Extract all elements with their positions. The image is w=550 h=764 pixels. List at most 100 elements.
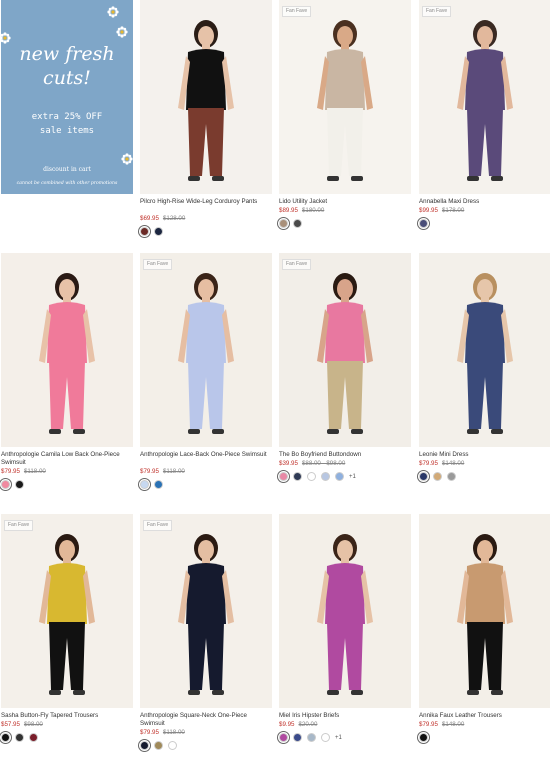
sale-price: $79.95 [419,460,438,467]
product-name[interactable]: Annabella Maxi Dress [419,198,549,206]
color-swatch[interactable] [15,733,24,742]
sale-price: $39.95 [279,460,298,467]
product-name[interactable]: Annika Faux Leather Trousers [419,712,549,720]
color-swatches [1,732,38,743]
color-swatch[interactable] [321,733,330,742]
sale-price: $79.95 [140,729,159,736]
product-image[interactable]: Fan Fave [1,514,133,708]
color-swatch[interactable] [154,741,163,750]
product-image[interactable]: Fan Fave [140,253,272,447]
color-swatch[interactable] [293,219,302,228]
daisy-icon [107,6,119,18]
product-card[interactable]: Fan Fave Annabella Maxi Dress $99.95 $178.0… [419,0,550,250]
product-card[interactable]: Annika Faux Leather Trousers $79.95 $148.0… [419,514,550,764]
product-card[interactable]: Pilcro High-Rise Wide-Leg Corduroy Pants… [140,0,272,250]
product-image[interactable] [279,514,411,708]
promo-offer-line1: extra 25% OFF [31,112,103,122]
product-name[interactable]: Sasha Button-Fly Tapered Trousers [1,712,131,720]
color-swatch[interactable] [433,472,442,481]
promo-title: new fresh cuts! [19,43,115,89]
color-swatch[interactable] [321,472,330,481]
product-image[interactable]: Fan Fave [140,514,272,708]
product-price: $79.95 $148.00 [419,721,464,729]
product-name[interactable]: The Bo Boyfriend Buttondown [279,451,409,459]
color-swatch[interactable] [140,227,149,236]
color-swatch[interactable] [419,733,428,742]
more-colors-link[interactable]: +1 [349,474,356,480]
color-swatch[interactable] [154,480,163,489]
color-swatch[interactable] [293,733,302,742]
product-name[interactable]: Anthropologie Square-Neck One-Piece Swim… [140,712,270,728]
sale-price: $79.95 [140,468,159,475]
product-price: $79.95 $118.00 [1,468,46,476]
product-card[interactable]: Anthropologie Camila Low Back One-Piece … [1,253,133,503]
product-card[interactable]: Fan Fave Sasha Button-Fly Tapered Trouser… [1,514,133,764]
color-swatch[interactable] [335,472,344,481]
product-card[interactable]: Miel Iris Hipster Briefs $9.95 $20.00 +1 [279,514,411,764]
product-name[interactable]: Lido Utility Jacket [279,198,409,206]
product-card[interactable]: Fan Fave Anthropologie Square-Neck One-Pi… [140,514,272,764]
product-image[interactable] [140,0,272,194]
color-swatches [1,479,24,490]
color-swatch[interactable] [29,733,38,742]
promo-banner[interactable]: new fresh cuts! extra 25% OFF sale items… [1,0,133,194]
product-card[interactable]: Fan Fave Anthropologie Lace-Back One-Piec… [140,253,272,503]
color-swatch[interactable] [1,733,10,742]
product-name[interactable]: Pilcro High-Rise Wide-Leg Corduroy Pants [140,198,270,206]
product-name[interactable]: Anthropologie Camila Low Back One-Piece … [1,451,131,467]
color-swatch[interactable] [154,227,163,236]
model-photo [39,273,95,434]
product-image[interactable]: Fan Fave [279,0,411,194]
product-price: $79.95 $118.00 [140,468,185,476]
daisy-icon [116,26,128,38]
color-swatches: +1 [279,732,342,743]
color-swatch[interactable] [447,472,456,481]
color-swatch[interactable] [307,733,316,742]
model-photo [317,20,373,181]
color-swatch[interactable] [1,480,10,489]
color-swatch[interactable] [279,219,288,228]
color-swatches [140,226,163,237]
sale-price: $69.95 [140,215,159,222]
color-swatch[interactable] [140,480,149,489]
color-swatch[interactable] [293,472,302,481]
product-name[interactable]: Miel Iris Hipster Briefs [279,712,409,720]
model-photo [178,273,234,434]
color-swatch[interactable] [307,472,316,481]
model-photo [317,273,373,434]
product-image[interactable] [1,253,133,447]
product-card[interactable]: Fan Fave The Bo Boyfriend Buttondown $39.9… [279,253,411,503]
original-price: $118.00 [162,729,185,736]
color-swatch[interactable] [419,219,428,228]
promo-note: discount in cart [43,166,91,173]
more-colors-link[interactable]: +1 [335,735,342,741]
original-price: $148.00 [441,721,465,728]
color-swatch[interactable] [168,741,177,750]
model-photo [457,534,513,695]
product-card[interactable]: Fan Fave Lido Utility Jacket $89.95 $180.00 [279,0,411,250]
sale-price: $79.95 [1,468,20,475]
promo-fine-print: cannot be combined with other promotions [16,181,118,186]
color-swatch[interactable] [15,480,24,489]
product-image[interactable] [419,253,550,447]
product-price: $9.95 $20.00 [279,721,317,729]
product-card[interactable]: Leonie Mini Dress $79.95 $148.00 [419,253,550,503]
product-image[interactable]: Fan Fave [279,253,411,447]
product-price: $89.95 $180.00 [279,207,324,215]
color-swatch[interactable] [140,741,149,750]
color-swatch[interactable] [279,733,288,742]
original-price: $180.00 [301,207,325,214]
product-name[interactable]: Anthropologie Lace-Back One-Piece Swimsu… [140,451,270,459]
sale-price: $89.95 [279,207,298,214]
original-price: $98.00 [23,721,43,728]
model-photo [457,20,513,181]
product-image[interactable]: Fan Fave [419,0,550,194]
product-image[interactable] [419,514,550,708]
color-swatch[interactable] [419,472,428,481]
fan-fave-badge: Fan Fave [143,520,173,531]
product-price: $79.95 $148.00 [419,460,464,468]
color-swatches [419,471,456,482]
color-swatch[interactable] [279,472,288,481]
product-name[interactable]: Leonie Mini Dress [419,451,549,459]
promo-offer-line2: sale items [39,126,95,136]
